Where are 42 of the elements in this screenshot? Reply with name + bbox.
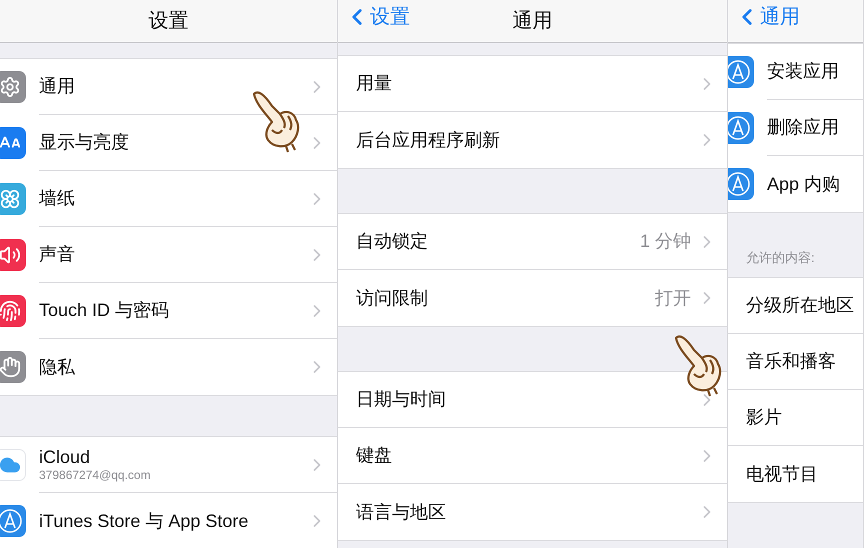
pointing-hand-drawing bbox=[250, 90, 302, 154]
row-label: 键盘 bbox=[356, 444, 393, 467]
hand-icon bbox=[0, 351, 26, 383]
back-button[interactable]: 设置 bbox=[344, 2, 410, 32]
row-label: 墙纸 bbox=[39, 187, 76, 210]
row-label: 通用 bbox=[39, 75, 76, 98]
speaker-icon bbox=[0, 239, 26, 271]
text-size-icon bbox=[0, 127, 26, 159]
row-label: iTunes Store 与 App Store bbox=[39, 510, 250, 532]
row-label: 显示与亮度 bbox=[39, 131, 130, 154]
row-label: 安装应用 bbox=[767, 60, 840, 83]
row-value: 打开 bbox=[655, 286, 691, 310]
screen-title: 设置 bbox=[148, 9, 188, 34]
row-label: 自动锁定 bbox=[356, 230, 429, 253]
app-store-icon bbox=[728, 112, 754, 144]
row-label: Touch ID 与密码 bbox=[39, 299, 170, 322]
gear-icon bbox=[0, 71, 26, 103]
section-header: 允许的内容: bbox=[745, 248, 815, 266]
pointing-hand-drawing bbox=[672, 334, 724, 398]
row-label: 隐私 bbox=[39, 356, 76, 378]
row-label: iCloud bbox=[39, 446, 92, 468]
row-value: 1 分钟 bbox=[640, 230, 691, 253]
row-label: 用量 bbox=[356, 72, 393, 95]
back-button[interactable]: 通用 bbox=[734, 2, 800, 32]
row-subtitle: 379867274@qq.com bbox=[39, 468, 152, 484]
row-label: 分级所在地区 bbox=[746, 294, 855, 317]
row-label: 访问限制 bbox=[356, 286, 429, 310]
row-label: App 内购 bbox=[767, 172, 842, 196]
row-label: 后台应用程序刷新 bbox=[356, 128, 501, 152]
row-label: 日期与时间 bbox=[356, 388, 447, 411]
app-store-icon bbox=[0, 505, 26, 537]
row-label: 语言与地区 bbox=[356, 500, 447, 524]
cloud-icon bbox=[0, 449, 26, 481]
fingerprint-icon bbox=[0, 295, 26, 327]
flower-icon bbox=[0, 183, 26, 215]
screen-title: 通用 bbox=[512, 9, 552, 34]
row-label: 电视节目 bbox=[746, 462, 819, 486]
app-store-icon bbox=[728, 56, 754, 88]
row-label: 删除应用 bbox=[767, 116, 840, 139]
row-label: 声音 bbox=[39, 243, 76, 266]
row-label: 音乐和播客 bbox=[746, 350, 837, 373]
row-label: 影片 bbox=[746, 406, 783, 429]
